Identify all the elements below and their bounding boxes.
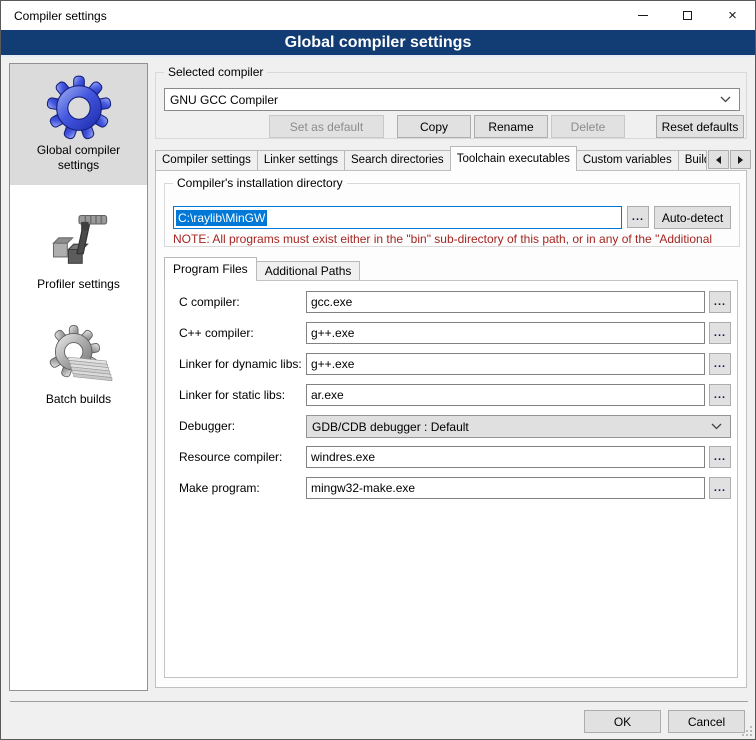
- browse-directory-button[interactable]: ...: [627, 206, 649, 228]
- tab-scroll-right-button[interactable]: [730, 150, 751, 169]
- ellipsis-label: ...: [714, 358, 726, 370]
- toolchain-executables-page: Compiler's installation directory C:\ray…: [155, 170, 747, 688]
- resource-compiler-browse-button[interactable]: ...: [709, 446, 731, 468]
- make-program-label: Make program:: [179, 477, 260, 499]
- selected-compiler-group: Selected compiler GNU GCC Compiler Set a…: [155, 72, 747, 139]
- linker-dynamic-label: Linker for dynamic libs:: [179, 353, 302, 375]
- settings-category-list: Global compiler settings P: [9, 63, 148, 691]
- window-title: Compiler settings: [1, 9, 107, 23]
- group-label: Selected compiler: [164, 65, 267, 79]
- page-title: Global compiler settings: [1, 30, 755, 57]
- button-label: Delete: [571, 120, 606, 134]
- copy-button[interactable]: Copy: [397, 115, 471, 138]
- rename-button[interactable]: Rename: [474, 115, 548, 138]
- selected-text: C:\raylib\MinGW: [176, 210, 267, 226]
- arrow-right-icon: [738, 156, 743, 164]
- close-button[interactable]: ×: [710, 1, 755, 30]
- ellipsis-label: ...: [714, 451, 726, 463]
- tab-custom-variables[interactable]: Custom variables: [577, 150, 679, 171]
- cpp-compiler-label: C++ compiler:: [179, 322, 254, 344]
- chevron-down-icon: [711, 423, 730, 430]
- installation-directory-group: Compiler's installation directory C:\ray…: [164, 183, 740, 247]
- tab-program-files[interactable]: Program Files: [164, 257, 257, 281]
- gray-gear-stack-icon: [10, 313, 147, 390]
- button-label: Set as default: [290, 120, 363, 134]
- sidebar-item-batch-builds[interactable]: Batch builds: [10, 300, 147, 415]
- make-program-input[interactable]: [306, 477, 705, 499]
- linker-static-input[interactable]: [306, 384, 705, 406]
- tab-linker-settings[interactable]: Linker settings: [258, 150, 345, 171]
- program-files-page: C compiler: ... C++ compiler: ... Linker…: [164, 280, 738, 678]
- maximize-icon: [683, 11, 692, 20]
- title-bar: Compiler settings ×: [1, 1, 755, 30]
- button-label: Auto-detect: [662, 211, 723, 225]
- caption-buttons: ×: [620, 1, 755, 30]
- ok-button[interactable]: OK: [584, 710, 661, 733]
- linker-dynamic-browse-button[interactable]: ...: [709, 353, 731, 375]
- tab-build-options[interactable]: Build: [679, 150, 707, 171]
- c-compiler-input[interactable]: [306, 291, 705, 313]
- arrow-left-icon: [716, 156, 721, 164]
- sidebar-item-profiler-settings[interactable]: Profiler settings: [10, 185, 147, 300]
- c-compiler-browse-button[interactable]: ...: [709, 291, 731, 313]
- caliper-icon: [10, 198, 147, 275]
- ellipsis-label: ...: [632, 211, 644, 223]
- compiler-select-value: GNU GCC Compiler: [170, 93, 278, 107]
- cpp-compiler-input[interactable]: [306, 322, 705, 344]
- tab-scroll-buttons: [708, 150, 751, 169]
- ellipsis-label: ...: [714, 327, 726, 339]
- blue-gear-icon: [10, 64, 147, 141]
- tab-additional-paths[interactable]: Additional Paths: [257, 261, 361, 281]
- linker-static-browse-button[interactable]: ...: [709, 384, 731, 406]
- reset-defaults-button[interactable]: Reset defaults: [656, 115, 744, 138]
- cpp-compiler-browse-button[interactable]: ...: [709, 322, 731, 344]
- ellipsis-label: ...: [714, 296, 726, 308]
- button-label: Cancel: [688, 715, 725, 729]
- ellipsis-label: ...: [714, 482, 726, 494]
- program-files-tabstrip: Program Files Additional Paths: [164, 256, 360, 281]
- tab-scroll-left-button[interactable]: [708, 150, 729, 169]
- resource-compiler-label: Resource compiler:: [179, 446, 282, 468]
- bin-subdirectory-note: NOTE: All programs must exist either in …: [173, 232, 739, 246]
- c-compiler-label: C compiler:: [179, 291, 240, 313]
- cancel-button[interactable]: Cancel: [668, 710, 745, 733]
- debugger-select[interactable]: GDB/CDB debugger : Default: [306, 415, 731, 438]
- resource-compiler-input[interactable]: [306, 446, 705, 468]
- debugger-label: Debugger:: [179, 415, 235, 437]
- chevron-down-icon: [720, 96, 739, 103]
- button-label: OK: [614, 715, 631, 729]
- ellipsis-label: ...: [714, 389, 726, 401]
- minimize-button[interactable]: [620, 1, 665, 30]
- compiler-select[interactable]: GNU GCC Compiler: [164, 88, 740, 111]
- sidebar-item-label: Batch builds: [10, 390, 147, 415]
- sidebar-item-label: Profiler settings: [10, 275, 147, 300]
- footer-divider: [10, 701, 748, 702]
- maximize-button[interactable]: [665, 1, 710, 30]
- linker-dynamic-input[interactable]: [306, 353, 705, 375]
- compiler-settings-dialog: Compiler settings × Global compiler sett…: [0, 0, 756, 740]
- tab-compiler-settings[interactable]: Compiler settings: [155, 150, 258, 171]
- close-icon: ×: [728, 8, 737, 23]
- button-label: Rename: [488, 120, 533, 134]
- tab-search-directories[interactable]: Search directories: [345, 150, 451, 171]
- auto-detect-button[interactable]: Auto-detect: [654, 206, 731, 229]
- debugger-select-value: GDB/CDB debugger : Default: [312, 420, 469, 434]
- sidebar-item-global-compiler-settings[interactable]: Global compiler settings: [10, 64, 147, 185]
- set-as-default-button[interactable]: Set as default: [269, 115, 384, 138]
- tab-toolchain-executables[interactable]: Toolchain executables: [450, 146, 577, 171]
- make-program-browse-button[interactable]: ...: [709, 477, 731, 499]
- sidebar-item-label: Global compiler settings: [10, 141, 147, 181]
- group-label: Compiler's installation directory: [173, 176, 347, 190]
- minimize-icon: [638, 15, 648, 16]
- button-label: Reset defaults: [662, 120, 739, 134]
- resize-grip[interactable]: [742, 726, 752, 736]
- installation-directory-input[interactable]: C:\raylib\MinGW: [173, 206, 622, 229]
- settings-tabstrip: Compiler settings Linker settings Search…: [155, 146, 707, 171]
- linker-static-label: Linker for static libs:: [179, 384, 285, 406]
- delete-button[interactable]: Delete: [551, 115, 625, 138]
- button-label: Copy: [420, 120, 448, 134]
